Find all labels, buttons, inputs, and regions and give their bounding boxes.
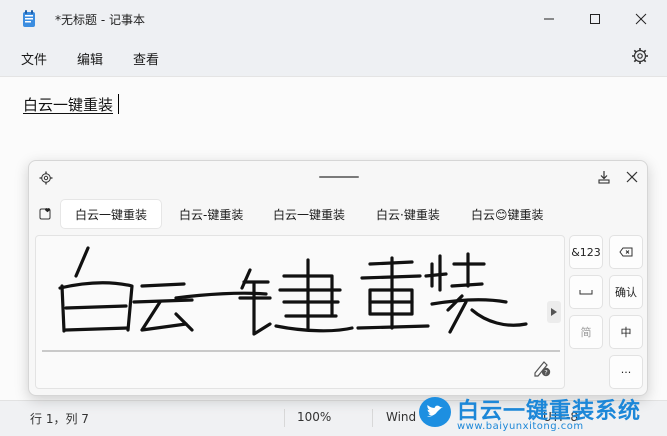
candidate-1[interactable]: 白云一键重装 (61, 200, 162, 228)
handwriting-canvas[interactable]: ? (35, 235, 565, 389)
text-caret (118, 94, 119, 114)
backspace-icon (619, 247, 633, 257)
maximize-button[interactable] (572, 4, 618, 34)
expand-arrow[interactable] (547, 301, 561, 323)
watermark: 白云一键重装系统 www.baiyunxitong.com (413, 392, 667, 436)
menu-edit[interactable]: 编辑 (77, 49, 103, 68)
svg-text:?: ? (544, 369, 547, 377)
pen-help-icon[interactable]: ? (532, 358, 552, 378)
menu-view[interactable]: 查看 (133, 49, 159, 68)
handwriting-strokes (58, 246, 528, 336)
bird-logo-icon (419, 397, 451, 427)
menu-file[interactable]: 文件 (21, 49, 47, 68)
minimize-button[interactable] (526, 4, 572, 34)
more-key[interactable]: ··· (609, 355, 643, 389)
zoom-level: 100% (297, 410, 332, 424)
settings-gear-icon[interactable] (631, 47, 649, 65)
chinese-key[interactable]: 中 (609, 315, 643, 349)
panel-close-icon[interactable] (625, 170, 639, 184)
editor-content[interactable]: 白云一键重装 (23, 94, 113, 115)
minimize-icon (544, 18, 554, 20)
handwriting-panel: 白云一键重装 白云-键重装 白云一键重装 白云·键重装 白云😊键重装 ? &12… (28, 160, 648, 396)
candidate-4[interactable]: 白云·键重装 (362, 200, 454, 228)
line-ending: Wind (386, 410, 417, 424)
candidate-3[interactable]: 白云一键重装 (259, 200, 359, 228)
emoji-panel-icon[interactable] (39, 207, 53, 221)
confirm-key[interactable]: 确认 (609, 275, 643, 309)
panel-drag-handle[interactable] (319, 176, 359, 178)
watermark-url: www.baiyunxitong.com (457, 421, 584, 432)
backspace-key[interactable] (609, 235, 643, 269)
space-key[interactable] (569, 275, 603, 309)
title-bar: *无标题 - 记事本 (0, 0, 667, 38)
notepad-icon (23, 10, 35, 27)
symbols-key[interactable]: &123 (569, 235, 603, 269)
close-button[interactable] (618, 4, 664, 34)
writing-baseline (42, 350, 560, 352)
chevron-right-icon (551, 308, 557, 316)
cursor-position: 行 1，列 7 (30, 412, 89, 426)
candidate-5[interactable]: 白云😊键重装 (457, 200, 558, 228)
panel-settings-icon[interactable] (39, 171, 53, 185)
space-icon (579, 290, 593, 295)
dock-icon[interactable] (597, 170, 611, 184)
close-icon (635, 13, 647, 25)
candidate-2[interactable]: 白云-键重装 (165, 200, 257, 228)
simplified-key[interactable]: 简 (569, 315, 603, 349)
menu-bar: 文件 编辑 查看 (0, 38, 667, 76)
maximize-icon (590, 14, 600, 24)
window-title: *无标题 - 记事本 (55, 13, 145, 27)
